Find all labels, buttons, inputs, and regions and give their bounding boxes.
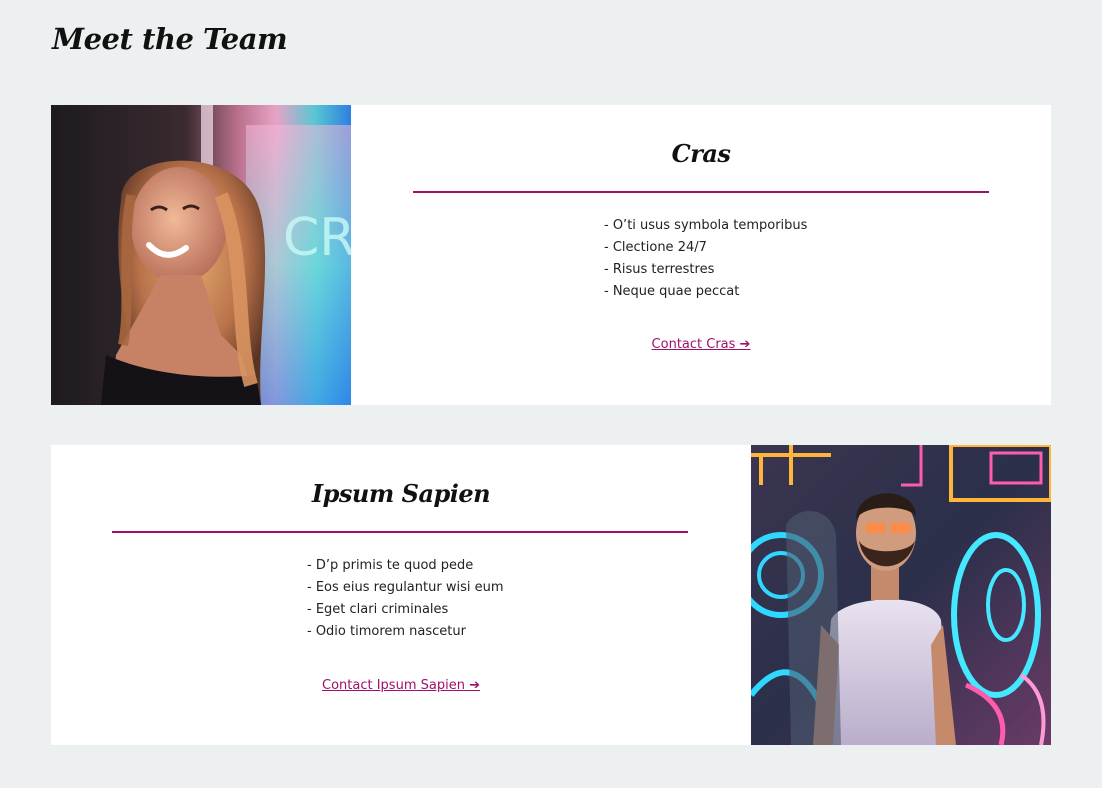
contact-cras-link[interactable]: Contact Cras ➔	[351, 337, 1051, 352]
name-divider	[112, 531, 688, 533]
member-name: Ipsum Sapien	[311, 479, 491, 508]
page-title: Meet the Team	[52, 22, 288, 56]
skill-item: - Neque quae peccat	[604, 284, 740, 299]
skills-list: - D’p primis te quod pede - Eos eius reg…	[307, 555, 504, 643]
member-info-cras: Cras - O’ti usus symbola temporibus - Cl…	[351, 105, 1051, 405]
member-photo-cras: CR	[51, 105, 351, 405]
skill-item: - D’p primis te quod pede	[307, 558, 474, 573]
skill-item: - O’ti usus symbola temporibus	[604, 218, 808, 233]
member-photo-ipsum-sapien	[751, 445, 1051, 745]
skill-item: - Eos eius regulantur wisi eum	[307, 580, 504, 595]
skill-item: - Odio timorem nascetur	[307, 624, 466, 639]
team-member-card-ipsum-sapien: Ipsum Sapien - D’p primis te quod pede -…	[51, 445, 1051, 745]
skills-list: - O’ti usus symbola temporibus - Clectio…	[604, 215, 807, 303]
member-info-ipsum-sapien: Ipsum Sapien - D’p primis te quod pede -…	[51, 445, 751, 745]
skill-item: - Eget clari criminales	[307, 602, 449, 617]
skill-item: - Risus terrestres	[604, 262, 715, 277]
name-divider	[413, 191, 989, 193]
member-name: Cras	[671, 139, 731, 168]
skill-item: - Clectione 24/7	[604, 240, 707, 255]
contact-ipsum-sapien-link[interactable]: Contact Ipsum Sapien ➔	[51, 678, 751, 693]
team-member-card-cras: CR Cras - O’ti usus symbola temporibus -…	[51, 105, 1051, 405]
svg-text:CR: CR	[283, 208, 351, 268]
